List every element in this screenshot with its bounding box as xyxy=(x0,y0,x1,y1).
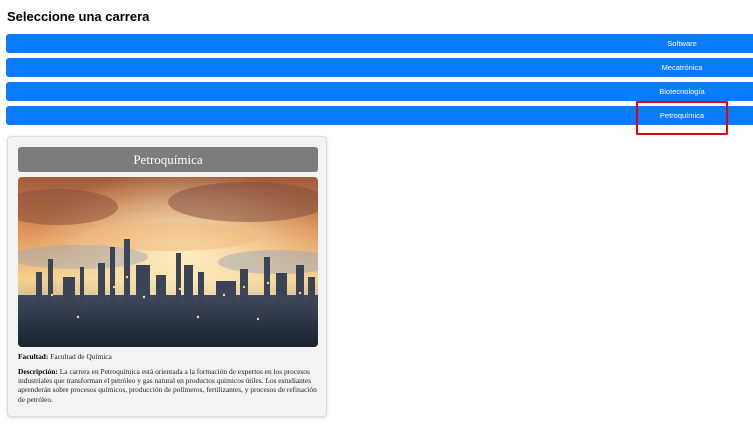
career-card: Petroquímica Facultad: Facultad de Quími… xyxy=(7,136,327,417)
career-button-software[interactable]: Software xyxy=(6,34,753,53)
description-value: La carrera en Petroquímica está orientad… xyxy=(18,367,317,404)
refinery-image xyxy=(18,177,318,347)
description-label: Descripción: xyxy=(18,367,58,376)
faculty-field: Facultad: Facultad de Química xyxy=(18,352,318,361)
career-button-label: Mecatrónica xyxy=(661,63,703,72)
faculty-value: Facultad de Química xyxy=(50,352,112,361)
career-button-biotecnologia[interactable]: Biotecnología xyxy=(6,82,753,101)
career-button-petroquimica[interactable]: Petroquímica xyxy=(6,106,753,125)
career-button-label: Petroquímica xyxy=(659,111,705,120)
description-field: Descripción: La carrera en Petroquímica … xyxy=(18,367,318,404)
career-button-mecatronica[interactable]: Mecatrónica xyxy=(6,58,753,77)
career-button-label: Biotecnología xyxy=(659,87,705,96)
card-title: Petroquímica xyxy=(18,147,318,172)
faculty-label: Facultad: xyxy=(18,352,49,361)
page-title: Seleccione una carrera xyxy=(7,9,150,24)
career-button-label: Software xyxy=(667,39,697,48)
